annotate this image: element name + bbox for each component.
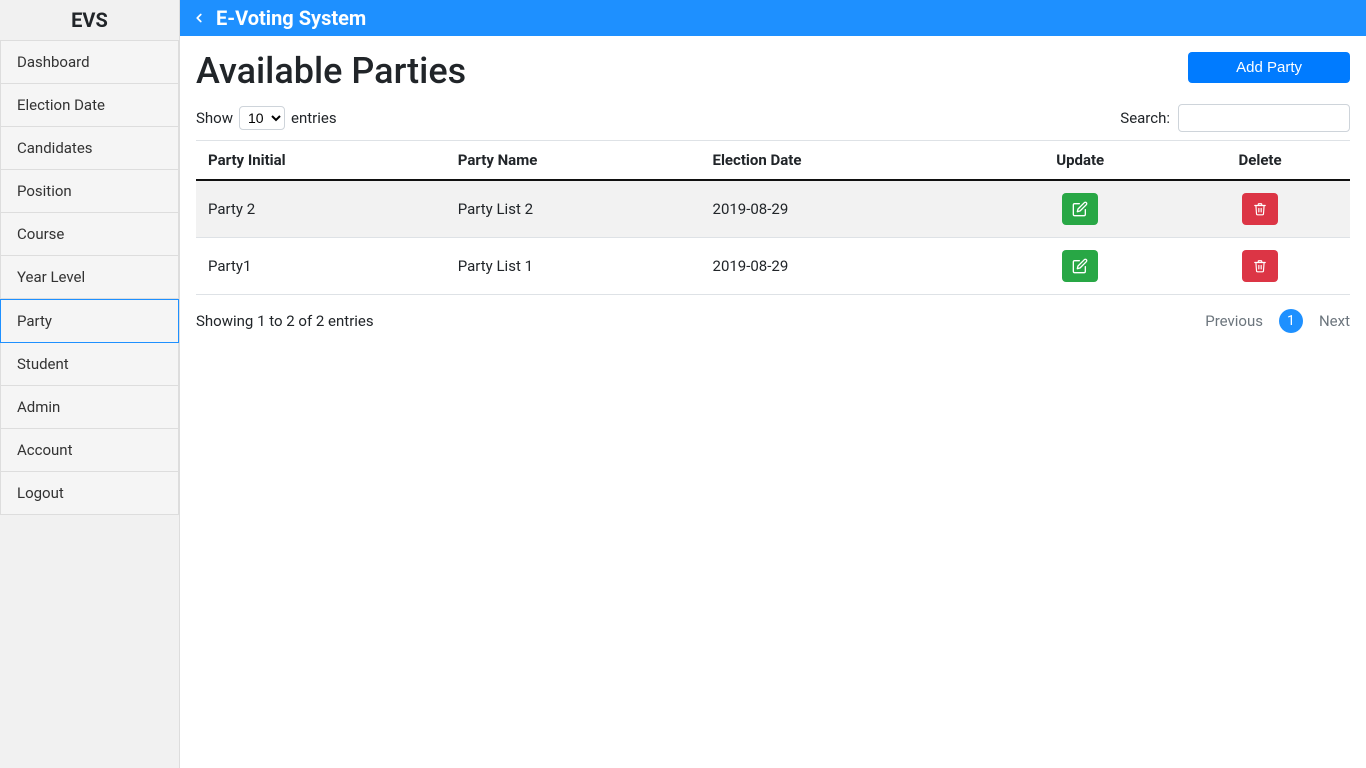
table-footer: Showing 1 to 2 of 2 entries Previous 1 N… xyxy=(196,309,1350,333)
heading-row: Available Parties Add Party xyxy=(196,50,1350,92)
sidebar-item-year-level[interactable]: Year Level xyxy=(0,256,179,299)
length-select[interactable]: 10 xyxy=(239,106,285,130)
search-input[interactable] xyxy=(1178,104,1350,132)
content: Available Parties Add Party Show 10 entr… xyxy=(180,36,1366,349)
col-delete[interactable]: Delete xyxy=(1170,141,1350,181)
add-party-button[interactable]: Add Party xyxy=(1188,52,1350,83)
sidebar: EVS Dashboard Election Date Candidates P… xyxy=(0,0,180,768)
cell-party-initial: Party1 xyxy=(196,238,446,295)
edit-icon xyxy=(1072,201,1088,217)
sidebar-item-election-date[interactable]: Election Date xyxy=(0,84,179,127)
search-label: Search: xyxy=(1120,109,1170,127)
cell-party-name: Party List 1 xyxy=(446,238,701,295)
sidebar-item-label: Candidates xyxy=(17,139,93,157)
sidebar-item-candidates[interactable]: Candidates xyxy=(0,127,179,170)
sidebar-item-course[interactable]: Course xyxy=(0,213,179,256)
sidebar-item-label: Dashboard xyxy=(17,53,90,71)
pagination-next[interactable]: Next xyxy=(1319,312,1350,330)
sidebar-item-label: Account xyxy=(17,441,73,459)
update-button[interactable] xyxy=(1062,250,1098,282)
sidebar-item-account[interactable]: Account xyxy=(0,429,179,472)
cell-election-date: 2019-08-29 xyxy=(701,238,991,295)
search-control: Search: xyxy=(1120,104,1350,132)
col-party-name[interactable]: Party Name xyxy=(446,141,701,181)
sidebar-item-label: Admin xyxy=(17,398,60,416)
cell-party-name: Party List 2 xyxy=(446,180,701,238)
delete-button[interactable] xyxy=(1242,193,1278,225)
sidebar-item-label: Election Date xyxy=(17,96,105,114)
table-row: Party1 Party List 1 2019-08-29 xyxy=(196,238,1350,295)
page-title: Available Parties xyxy=(196,50,466,92)
cell-election-date: 2019-08-29 xyxy=(701,180,991,238)
sidebar-list: Dashboard Election Date Candidates Posit… xyxy=(0,40,179,515)
pagination-page-current[interactable]: 1 xyxy=(1279,309,1303,333)
sidebar-item-party[interactable]: Party xyxy=(0,299,179,343)
parties-table: Party Initial Party Name Election Date U… xyxy=(196,140,1350,295)
chevron-left-icon[interactable] xyxy=(192,9,206,27)
table-controls: Show 10 entries Search: xyxy=(196,104,1350,132)
sidebar-item-student[interactable]: Student xyxy=(0,343,179,386)
sidebar-item-label: Student xyxy=(17,355,69,373)
sidebar-item-admin[interactable]: Admin xyxy=(0,386,179,429)
table-info: Showing 1 to 2 of 2 entries xyxy=(196,312,374,330)
app-title: E-Voting System xyxy=(216,6,366,30)
sidebar-item-label: Party xyxy=(17,312,52,330)
sidebar-item-position[interactable]: Position xyxy=(0,170,179,213)
col-election-date[interactable]: Election Date xyxy=(701,141,991,181)
pagination-previous[interactable]: Previous xyxy=(1205,312,1263,330)
sidebar-item-label: Year Level xyxy=(17,268,85,286)
trash-icon xyxy=(1253,201,1267,217)
brand: EVS xyxy=(0,0,179,40)
length-show-label: Show xyxy=(196,109,233,127)
sidebar-item-label: Logout xyxy=(17,484,64,502)
sidebar-item-dashboard[interactable]: Dashboard xyxy=(0,40,179,84)
cell-party-initial: Party 2 xyxy=(196,180,446,238)
sidebar-item-label: Position xyxy=(17,182,72,200)
pagination: Previous 1 Next xyxy=(1205,309,1350,333)
brand-text: EVS xyxy=(71,8,108,32)
main: E-Voting System Available Parties Add Pa… xyxy=(180,0,1366,768)
delete-button[interactable] xyxy=(1242,250,1278,282)
length-entries-label: entries xyxy=(291,109,337,127)
add-party-label: Add Party xyxy=(1236,59,1302,76)
length-control: Show 10 entries xyxy=(196,106,337,130)
table-row: Party 2 Party List 2 2019-08-29 xyxy=(196,180,1350,238)
table-header-row: Party Initial Party Name Election Date U… xyxy=(196,141,1350,181)
col-update[interactable]: Update xyxy=(990,141,1170,181)
col-party-initial[interactable]: Party Initial xyxy=(196,141,446,181)
trash-icon xyxy=(1253,258,1267,274)
sidebar-item-label: Course xyxy=(17,225,64,243)
sidebar-item-logout[interactable]: Logout xyxy=(0,472,179,515)
update-button[interactable] xyxy=(1062,193,1098,225)
topbar: E-Voting System xyxy=(180,0,1366,36)
edit-icon xyxy=(1072,258,1088,274)
